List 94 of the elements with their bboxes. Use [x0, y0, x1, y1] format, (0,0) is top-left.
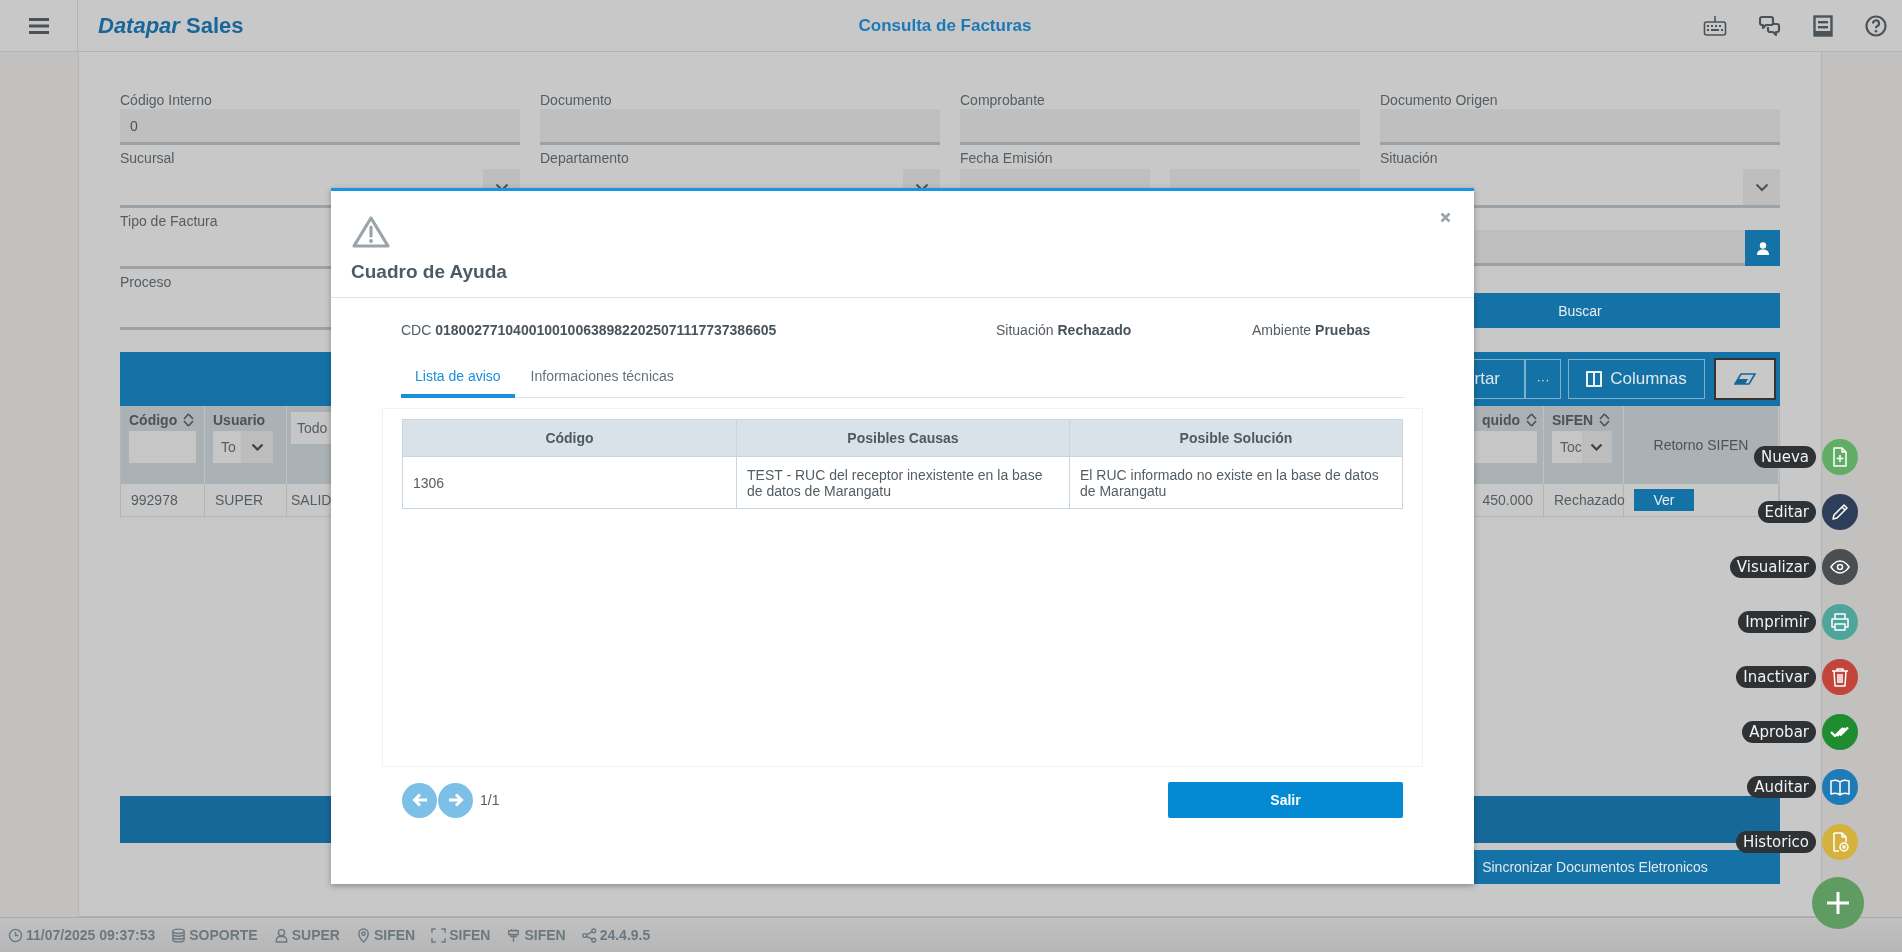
warning-icon — [351, 215, 391, 249]
action-label: Aprobar — [1742, 721, 1816, 743]
column-header: Posible Solución — [1069, 420, 1402, 457]
table-cell: Rechazado — [1544, 484, 1624, 516]
status-text: SIFEN — [524, 927, 566, 943]
document-x-icon — [1830, 832, 1850, 852]
field-label: Comprobante — [960, 92, 1046, 109]
info-text: Situación Rechazado — [996, 322, 1133, 338]
next-button[interactable] — [438, 782, 473, 818]
status-text: 24.4.9.5 — [599, 927, 651, 943]
text-field[interactable]: 0 — [120, 109, 520, 145]
column-header[interactable]: quido — [1481, 412, 1537, 428]
filter-select[interactable]: To — [213, 431, 273, 463]
sort-icon — [183, 413, 195, 427]
field-label: Tipo de Factura — [120, 213, 219, 230]
close-icon[interactable] — [1440, 212, 1451, 223]
menu-icon[interactable] — [28, 17, 49, 34]
column-header[interactable]: SIFEN — [1552, 412, 1615, 428]
table-cell: SUPER — [205, 484, 287, 516]
chevron-down-icon — [1754, 182, 1769, 192]
info-text: Ambiente Pruebas — [1252, 322, 1372, 338]
columns-button[interactable]: Columnas — [1568, 359, 1705, 399]
chevron-down-icon — [1590, 443, 1604, 451]
columns-icon — [1586, 371, 1603, 387]
filter-field[interactable] — [129, 431, 196, 463]
field-label: Situación — [1380, 150, 1439, 167]
database-icon — [171, 927, 187, 943]
field-label: Sucursal — [120, 150, 176, 167]
sort-icon — [1599, 413, 1611, 427]
location-pin-icon — [355, 927, 371, 943]
field-label: Documento — [540, 92, 613, 109]
trash-icon — [1830, 667, 1850, 687]
eraser-icon — [1734, 373, 1756, 385]
text-field[interactable] — [960, 109, 1360, 145]
frame-icon — [431, 927, 447, 943]
pencil-icon — [1830, 502, 1850, 522]
action-label: Visualizar — [1729, 556, 1816, 578]
field-label: Fecha Emisión — [960, 150, 1054, 167]
action-label: Editar — [1757, 501, 1816, 523]
column-header: Retorno SIFEN — [1653, 437, 1749, 453]
dialog-title: Cuadro de Ayuda — [351, 261, 508, 283]
table-cell: TEST - RUC del receptor inexistente en la base de datos de Marangatu — [736, 457, 1069, 508]
action-label: Historico — [1735, 831, 1816, 853]
page-title: Consulta de Facturas — [858, 15, 1032, 36]
field-label: Código Interno — [120, 92, 213, 109]
field-label: Documento Origen — [1380, 92, 1499, 109]
chevron-down-icon — [250, 443, 264, 451]
table-cell: 992978 — [121, 484, 205, 516]
status-text: SUPER — [291, 927, 340, 943]
column-header[interactable]: Código — [129, 412, 196, 428]
sort-icon — [1526, 413, 1537, 427]
arrow-right-icon — [447, 793, 464, 807]
user-icon[interactable] — [1756, 241, 1769, 255]
column-header: Usuario — [213, 412, 267, 428]
form-icon[interactable] — [1813, 14, 1833, 37]
tab[interactable]: Lista de aviso — [401, 360, 515, 398]
field-label: Departamento — [540, 150, 630, 167]
add-document-icon — [1830, 447, 1850, 467]
previous-button[interactable] — [402, 782, 437, 818]
arrow-left-icon — [411, 793, 428, 807]
more-button[interactable]: ··· — [1525, 359, 1561, 399]
status-text: SIFEN — [449, 927, 491, 943]
help-icon[interactable] — [1865, 14, 1887, 37]
book-icon — [1830, 777, 1850, 797]
action-label: Imprimir — [1738, 611, 1816, 633]
table-cell: El RUC informado no existe en la base de datos de Marangatu — [1069, 457, 1402, 508]
printer-icon — [1830, 612, 1850, 632]
page-indicator: 1/1 — [480, 792, 500, 808]
column-header: Posibles Causas — [736, 420, 1069, 457]
field-label: Proceso — [120, 274, 173, 291]
action-label: Auditar — [1747, 776, 1816, 798]
tab[interactable]: Informaciones técnicas — [516, 360, 688, 398]
status-text: 11/07/2025 09:37:53 — [26, 927, 156, 943]
status-text: SIFEN — [373, 927, 416, 943]
eye-icon — [1830, 557, 1850, 577]
brand-logo: Datapar Sales — [97, 12, 244, 39]
info-text: CDC 01800277104001001006389822025071117737386605 — [401, 322, 778, 338]
share-icon — [581, 927, 597, 943]
text-field[interactable] — [1380, 109, 1780, 145]
user-icon — [273, 927, 289, 943]
plug-icon — [506, 927, 522, 943]
eraser-button[interactable] — [1714, 358, 1776, 400]
plus-icon — [1826, 891, 1850, 915]
chat-icon[interactable] — [1759, 14, 1781, 37]
text-field[interactable] — [540, 109, 940, 145]
action-label: Inactivar — [1736, 666, 1816, 688]
column-header: Código — [403, 420, 736, 457]
exit-button[interactable]: Salir — [1168, 782, 1403, 818]
filter-select[interactable]: Toc — [1552, 431, 1612, 463]
keyboard-icon[interactable] — [1703, 14, 1727, 37]
action-label: Nueva — [1753, 446, 1816, 468]
view-button[interactable]: Ver — [1634, 489, 1694, 511]
clock-icon — [8, 927, 23, 943]
status-text: SOPORTE — [189, 927, 258, 943]
